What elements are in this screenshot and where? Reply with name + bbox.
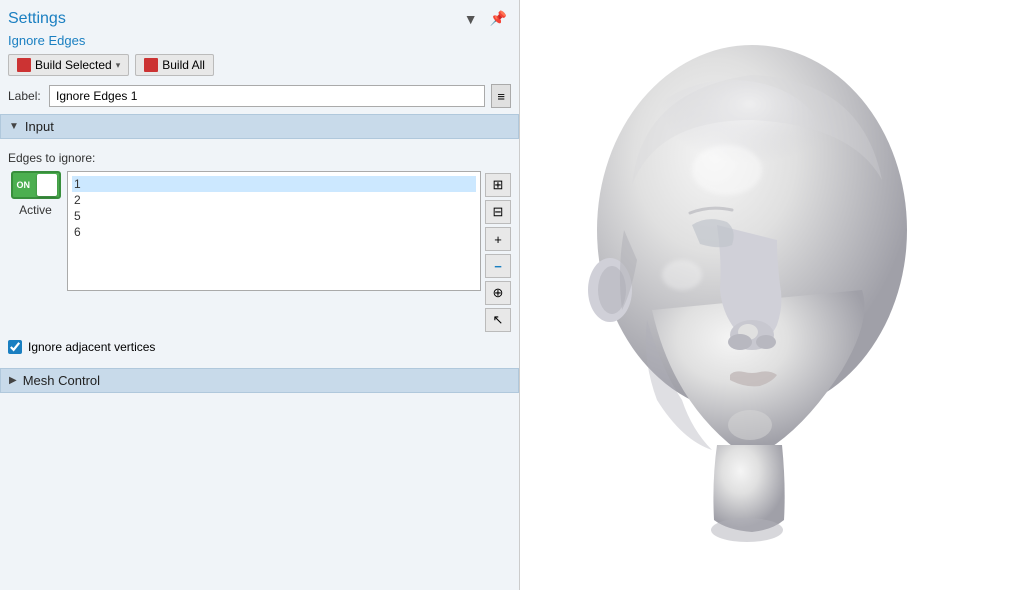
edges-container: ON Active 1 2 5 6 ⊞ ⊟ + − ⊕ ↖	[8, 171, 511, 332]
active-label: Active	[19, 203, 52, 217]
minimize-button[interactable]: ▼	[460, 8, 482, 29]
header-icons: ▼ 📌	[460, 8, 511, 29]
list-item[interactable]: 1	[72, 176, 476, 192]
build-selected-button[interactable]: Build Selected ▾	[8, 54, 129, 76]
head-model-svg	[552, 30, 982, 560]
build-selected-icon	[17, 58, 31, 72]
ignore-adjacent-checkbox[interactable]	[8, 340, 22, 354]
build-selected-dropdown-icon: ▾	[116, 60, 121, 71]
input-section: Edges to ignore: ON Active 1 2 5 6 ⊞ ⊟	[8, 145, 511, 360]
settings-header: Settings ▼ 📌	[8, 8, 511, 29]
ignore-edges-subtitle: Ignore Edges	[8, 33, 511, 48]
list-item[interactable]: 2	[72, 192, 476, 208]
pin-button[interactable]: 📌	[486, 8, 511, 29]
active-toggle[interactable]: ON	[11, 171, 61, 199]
list-item[interactable]: 5	[72, 208, 476, 224]
input-arrow-icon: ▼	[9, 121, 19, 132]
edges-toolbar: ⊞ ⊟ + − ⊕ ↖	[485, 171, 511, 332]
settings-panel: Settings ▼ 📌 Ignore Edges Build Selected…	[0, 0, 520, 590]
label-row: Label: ≡	[8, 84, 511, 108]
mesh-arrow-icon: ▶	[9, 375, 17, 386]
label-text: Label:	[8, 89, 43, 103]
toggle-on-label: ON	[17, 180, 31, 190]
edges-to-ignore-label: Edges to ignore:	[8, 151, 511, 165]
build-all-label: Build All	[162, 58, 205, 72]
copy-edge-button[interactable]: ⊞	[485, 173, 511, 197]
input-section-header[interactable]: ▼ Input	[0, 114, 519, 139]
paste-edge-button[interactable]: ⊟	[485, 200, 511, 224]
label-input[interactable]	[49, 85, 485, 107]
remove-edge-button[interactable]: −	[485, 254, 511, 278]
ignore-adjacent-row: Ignore adjacent vertices	[8, 340, 511, 354]
toggle-thumb	[37, 174, 57, 196]
settings-title: Settings	[8, 10, 66, 28]
label-icon-button[interactable]: ≡	[491, 84, 511, 108]
select-edge-button[interactable]: ⊕	[485, 281, 511, 305]
build-all-button[interactable]: Build All	[135, 54, 214, 76]
mesh-section-title: Mesh Control	[23, 373, 100, 388]
ignore-adjacent-label: Ignore adjacent vertices	[28, 340, 155, 354]
3d-viewport	[520, 0, 1013, 590]
edges-list[interactable]: 1 2 5 6	[67, 171, 481, 291]
input-section-title: Input	[25, 119, 54, 134]
build-selected-label: Build Selected	[35, 58, 112, 72]
toolbar-row: Build Selected ▾ Build All	[8, 54, 511, 76]
active-toggle-item: ON Active	[8, 171, 63, 217]
mesh-section-header[interactable]: ▶ Mesh Control	[0, 368, 519, 393]
add-edge-button[interactable]: +	[485, 227, 511, 251]
cursor-edge-button[interactable]: ↖	[485, 308, 511, 332]
list-item[interactable]: 6	[72, 224, 476, 240]
build-all-icon	[144, 58, 158, 72]
